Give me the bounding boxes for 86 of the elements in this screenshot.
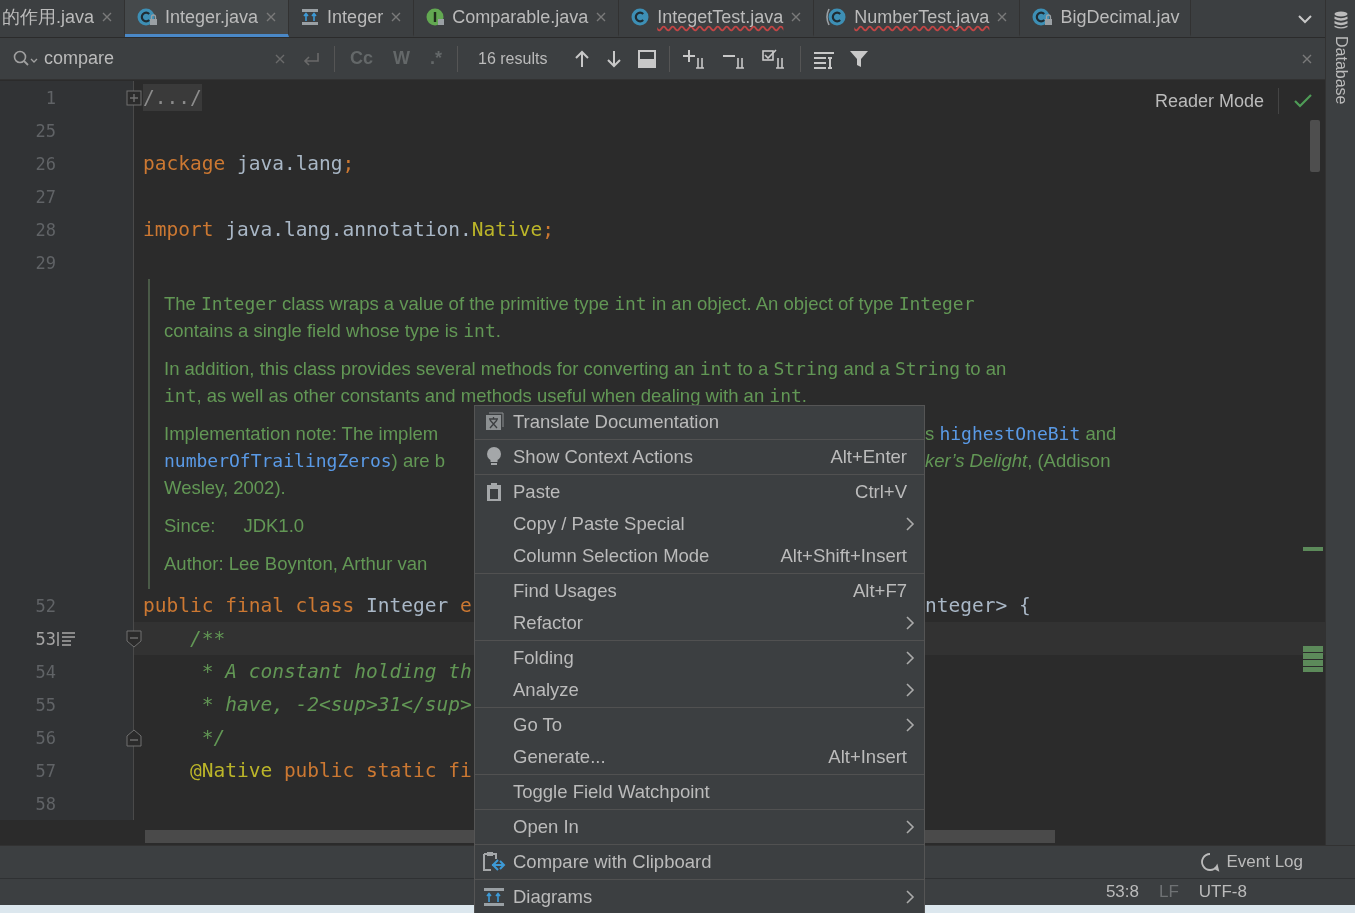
close-icon[interactable]: [595, 11, 608, 23]
reader-mode-button[interactable]: Reader Mode: [1154, 90, 1264, 112]
code-line: * A constant holding th: [200, 660, 472, 683]
shortcut-label: Alt+F7: [853, 580, 907, 602]
fold-collapse-icon[interactable]: [126, 629, 142, 648]
doc-text: The Integer class wraps a value of the primitive type int in an object. An object of type Integer: [164, 292, 975, 316]
fold-expand-icon[interactable]: [126, 89, 142, 106]
doc-text: s highestOneBit and: [925, 422, 1117, 446]
code-line: @Native public static fi: [188, 759, 472, 782]
menu-item[interactable]: Compare with Clipboard: [475, 846, 924, 880]
doc-text: contains a single field whose type is int.: [164, 319, 501, 343]
shortcut-label: Alt+Enter: [830, 445, 907, 468]
code-line: * have, -2<sup>31</sup>: [200, 693, 472, 716]
close-icon[interactable]: [1301, 52, 1313, 65]
code-line: import java.lang.annotation.Native;: [143, 218, 554, 241]
results-count: 16 results: [478, 49, 548, 68]
close-icon[interactable]: [390, 11, 403, 23]
square-icon[interactable]: [637, 48, 658, 69]
menu-item[interactable]: Column Selection Mode Alt+Shift+Insert: [475, 540, 924, 574]
class-icon: [136, 7, 159, 27]
clipboard-icon: [485, 482, 503, 502]
close-icon[interactable]: [101, 11, 114, 23]
diagram-icon: [483, 887, 505, 907]
close-icon[interactable]: [790, 11, 803, 23]
doc-text: numberOfTrailingZeros) are b: [164, 449, 446, 473]
editor-tab[interactable]: IntegetTest.java: [619, 0, 815, 37]
doc-text: ker’s Delight, (Addison: [925, 449, 1111, 473]
doc-text: Since: JDK1.0: [164, 514, 305, 538]
editor-tab[interactable]: BigDecimal.jav: [1020, 0, 1192, 37]
translate-icon: [484, 411, 504, 432]
line-number: 53: [34, 628, 56, 649]
check-icon[interactable]: [1293, 93, 1313, 109]
diagram-icon: [300, 7, 321, 27]
doc-text: Wesley, 2002).: [164, 476, 286, 500]
arrow-down-icon[interactable]: [605, 48, 624, 69]
menu-item[interactable]: Refactor: [475, 607, 924, 641]
menu-item[interactable]: Diagrams: [475, 881, 924, 913]
menu-item[interactable]: Folding: [475, 642, 924, 674]
close-icon[interactable]: [265, 11, 278, 23]
status-item[interactable]: 53:8: [1105, 882, 1139, 902]
lightbulb-icon: [484, 445, 504, 468]
search-field[interactable]: compare: [44, 48, 244, 69]
menu-item[interactable]: Go To: [475, 709, 924, 741]
class-icon: [630, 7, 651, 27]
doc-text: int, as well as other constants and methods useful when dealing with an int.: [164, 384, 807, 408]
class-icon: [825, 7, 848, 27]
editor-tab[interactable]: Comparable.java: [414, 0, 620, 37]
shortcut-label: Alt+Insert: [828, 745, 907, 768]
code-line: package java.lang;: [143, 152, 355, 175]
clipboard-compare-icon: [482, 850, 506, 873]
menu-item[interactable]: Copy / Paste Special: [475, 508, 924, 540]
scroll-marker: [1303, 646, 1323, 672]
doc-text: Author: Lee Boynton, Arthur van: [164, 552, 428, 576]
menu-item[interactable]: Open In: [475, 811, 924, 845]
scrollbar-thumb[interactable]: [1310, 120, 1320, 172]
paragraph-lines-icon[interactable]: [56, 630, 76, 647]
code-line: public final class Integer e: [143, 594, 472, 617]
menu-item[interactable]: Show Context Actions Alt+Enter: [475, 441, 924, 475]
class-icon: [1031, 7, 1054, 27]
menu-item[interactable]: Paste Ctrl+V: [475, 476, 924, 508]
editor-tab[interactable]: NumberTest.java: [814, 0, 1021, 37]
doc-text: In addition, this class provides several methods for converting an int to a String and a String to an: [164, 357, 1007, 381]
close-icon[interactable]: [996, 11, 1009, 23]
doc-text: Implementation note: The implem: [164, 422, 439, 446]
clear-icon[interactable]: [274, 52, 286, 65]
menu-item[interactable]: Toggle Field Watchpoint: [475, 776, 924, 810]
editor-tab[interactable]: Integer.java: [125, 0, 290, 37]
filter-icon[interactable]: [849, 48, 870, 69]
menu-item[interactable]: Analyze: [475, 674, 924, 708]
shortcut-label: Alt+Shift+Insert: [780, 544, 907, 567]
interface-icon: [425, 7, 446, 27]
status-item[interactable]: UTF-8: [1198, 882, 1247, 902]
menu-item[interactable]: Find Usages Alt+F7: [475, 575, 924, 607]
menu-item[interactable]: Generate... Alt+Insert: [475, 741, 924, 775]
database-icon: [1332, 10, 1349, 30]
code-line: /**: [188, 627, 226, 650]
code-line: */: [200, 726, 226, 749]
editor-tab[interactable]: Integer: [289, 0, 415, 37]
fold-end-icon[interactable]: [126, 728, 142, 747]
menu-item[interactable]: Translate Documentation: [475, 406, 924, 440]
shortcut-label: Ctrl+V: [855, 481, 907, 503]
event-log-button[interactable]: Event Log: [1220, 851, 1309, 873]
chevron-down-icon[interactable]: [1297, 12, 1313, 25]
scroll-marker: [1303, 547, 1323, 551]
code-line: nteger> {: [925, 594, 1031, 617]
database-tool-tab[interactable]: Database: [1331, 36, 1350, 105]
